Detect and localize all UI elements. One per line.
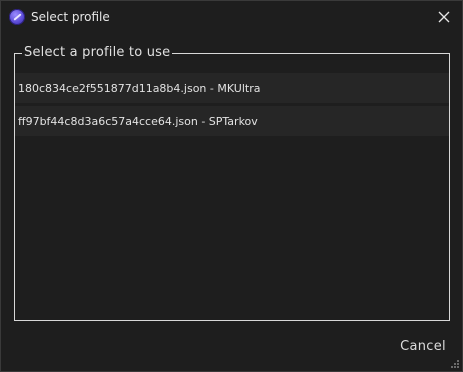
app-logo-icon (9, 9, 25, 25)
list-item-profile-sptarkov[interactable]: ff97bf44c8d3a6c57a4cce64.json - SPTarkov (15, 106, 449, 136)
cancel-button[interactable]: Cancel (393, 335, 453, 357)
profile-list: 180c834ce2f551877d11a8b4.json - MKUltra … (15, 73, 449, 136)
select-profile-dialog: Select profile Select a profile to use 1… (0, 0, 463, 372)
list-item-profile-mkultra[interactable]: 180c834ce2f551877d11a8b4.json - MKUltra (15, 73, 449, 103)
groupbox-legend: Select a profile to use (22, 45, 173, 61)
resize-grip-icon[interactable] (450, 359, 460, 369)
title-bar[interactable]: Select profile (1, 1, 462, 33)
close-icon (438, 11, 450, 23)
window-title: Select profile (31, 10, 110, 24)
profile-groupbox: Select a profile to use 180c834ce2f55187… (14, 45, 450, 321)
close-button[interactable] (432, 5, 456, 29)
